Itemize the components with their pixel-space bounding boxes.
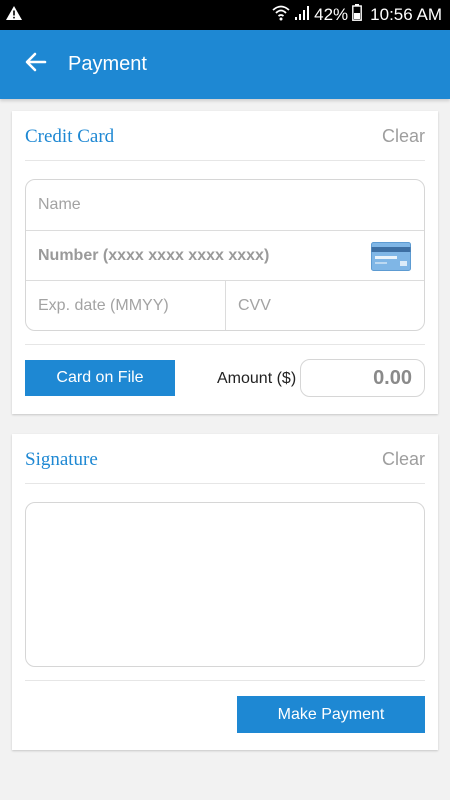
amount-field[interactable] — [300, 359, 425, 397]
warning-triangle-icon — [6, 5, 22, 25]
signature-pad[interactable] — [25, 502, 425, 667]
signature-clear-button[interactable]: Clear — [382, 449, 425, 470]
arrow-left-icon — [25, 52, 47, 77]
divider — [25, 160, 425, 161]
page-title: Payment — [68, 53, 147, 75]
divider — [25, 483, 425, 484]
battery-percent: 42% — [314, 5, 349, 24]
make-payment-button[interactable]: Make Payment — [237, 696, 425, 733]
credit-card-title: Credit Card — [25, 126, 115, 147]
credit-card-icon — [371, 242, 411, 276]
exp-cvv-row — [26, 280, 424, 330]
exp-date-cell — [26, 281, 225, 330]
back-button[interactable] — [14, 43, 58, 87]
wifi-icon — [272, 5, 290, 26]
cvv-cell — [225, 281, 424, 330]
credit-card-clear-button[interactable]: Clear — [382, 126, 425, 147]
app-bar: Payment — [0, 30, 450, 99]
credit-card-header: Credit Card Clear — [12, 111, 438, 161]
signature-header: Signature Clear — [12, 434, 438, 484]
name-row — [26, 180, 424, 230]
status-bar: 42% 10:56 AM — [0, 0, 450, 30]
clock: 10:56 AM — [370, 5, 442, 24]
battery-icon — [352, 4, 363, 26]
exp-date-field[interactable] — [26, 281, 225, 330]
signature-title: Signature — [25, 449, 98, 470]
amount-label: Amount ($) — [217, 370, 297, 387]
cvv-field[interactable] — [226, 281, 424, 330]
name-field[interactable] — [26, 180, 424, 230]
credit-card-form — [25, 179, 425, 331]
divider — [25, 344, 425, 345]
divider — [25, 680, 425, 681]
card-on-file-button[interactable]: Card on File — [25, 360, 175, 396]
credit-card-section: Credit Card Clear Name Number (xxxx xxxx… — [12, 111, 438, 414]
number-row — [26, 230, 424, 280]
card-number-field[interactable] — [26, 231, 356, 280]
signature-section: Signature Clear Make Payment — [12, 434, 438, 750]
signal-bars-icon — [294, 5, 310, 26]
